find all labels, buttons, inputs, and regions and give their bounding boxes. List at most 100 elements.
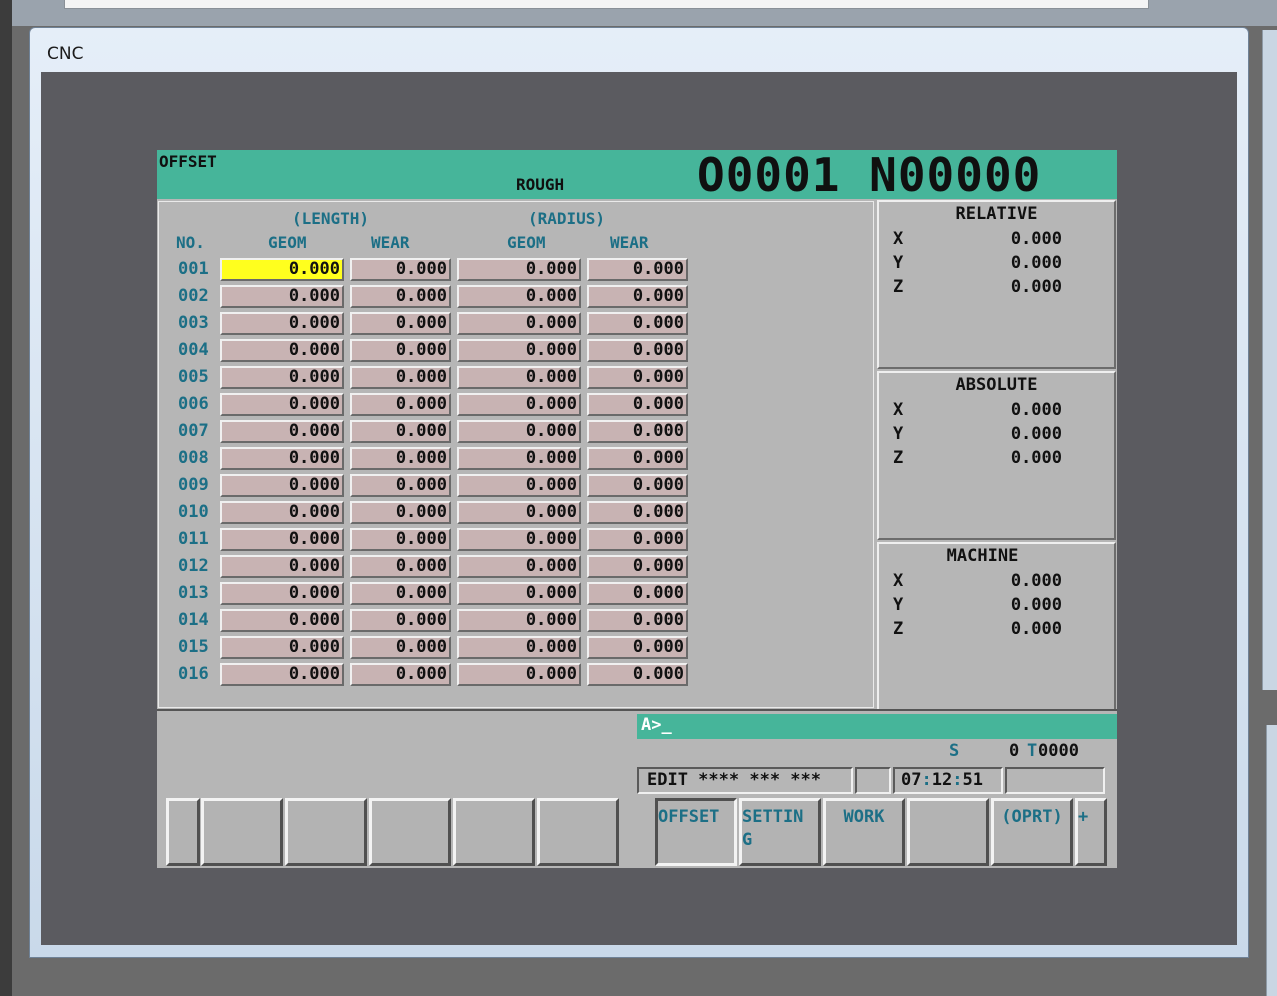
softkey-next-button[interactable]: + — [1075, 798, 1107, 866]
offset-cell-length-wear[interactable]: 0.000 — [350, 285, 451, 308]
machine-value-y: 0.000 — [1010, 595, 1062, 615]
offset-cell-length-wear[interactable]: 0.000 — [350, 501, 451, 524]
offset-cell-length-wear[interactable]: 0.000 — [350, 555, 451, 578]
softkey-left-6[interactable] — [537, 798, 619, 866]
offset-cell-radius-geom[interactable]: 0.000 — [457, 555, 581, 578]
offset-cell-length-wear[interactable]: 0.000 — [350, 258, 451, 281]
offset-cell-radius-geom[interactable]: 0.000 — [457, 339, 581, 362]
offset-cell-radius-wear[interactable]: 0.000 — [587, 663, 688, 686]
softkey-offset-button[interactable]: OFFSET — [655, 798, 737, 866]
offset-cell-length-wear[interactable]: 0.000 — [350, 393, 451, 416]
offset-cell-radius-geom[interactable]: 0.000 — [457, 447, 581, 470]
offset-cell-radius-wear[interactable]: 0.000 — [587, 339, 688, 362]
offset-cell-radius-geom[interactable]: 0.000 — [457, 501, 581, 524]
offset-cell-radius-wear[interactable]: 0.000 — [587, 474, 688, 497]
absolute-axis-x: X — [893, 400, 904, 420]
offset-cell-length-geom[interactable]: 0.000 — [220, 474, 344, 497]
offset-cell-length-geom[interactable]: 0.000 — [220, 339, 344, 362]
offset-cell-length-geom[interactable]: 0.000 — [220, 393, 344, 416]
column-header-radius-geom: GEOM — [507, 233, 546, 252]
status-blank-box — [855, 767, 891, 794]
offset-cell-length-geom[interactable]: 0.000 — [220, 447, 344, 470]
offset-row-number: 007 — [178, 421, 209, 441]
offset-cell-length-geom[interactable]: 0.000 — [220, 366, 344, 389]
offset-cell-length-geom[interactable]: 0.000 — [220, 420, 344, 443]
offset-cell-radius-wear[interactable]: 0.000 — [587, 258, 688, 281]
offset-cell-radius-wear[interactable]: 0.000 — [587, 582, 688, 605]
offset-cell-radius-wear[interactable]: 0.000 — [587, 393, 688, 416]
input-prompt: A>_ — [641, 715, 672, 735]
offset-cell-length-wear[interactable]: 0.000 — [350, 663, 451, 686]
offset-cell-radius-geom[interactable]: 0.000 — [457, 285, 581, 308]
offset-cell-length-wear[interactable]: 0.000 — [350, 339, 451, 362]
offset-cell-radius-wear[interactable]: 0.000 — [587, 285, 688, 308]
machine-axis-y: Y — [893, 595, 904, 615]
softkey-work-button[interactable]: WORK — [823, 798, 905, 866]
offset-cell-length-wear[interactable]: 0.000 — [350, 582, 451, 605]
offset-cell-length-geom[interactable]: 0.000 — [220, 528, 344, 551]
length-caption: (LENGTH) — [292, 209, 370, 228]
relative-axis-z: Z — [893, 277, 904, 297]
mode-label: ROUGH — [516, 175, 565, 194]
offset-row-number: 012 — [178, 556, 209, 576]
offset-cell-length-wear[interactable]: 0.000 — [350, 609, 451, 632]
clock-minutes: 12 — [931, 770, 953, 790]
softkey-oprt-button[interactable]: (OPRT) — [991, 798, 1073, 866]
offset-cell-length-geom[interactable]: 0.000 — [220, 663, 344, 686]
key-input-line[interactable]: A>_ — [637, 714, 1117, 739]
offset-cell-radius-geom[interactable]: 0.000 — [457, 663, 581, 686]
offset-cell-radius-wear[interactable]: 0.000 — [587, 501, 688, 524]
softkey-left-4[interactable] — [369, 798, 451, 866]
offset-cell-radius-geom[interactable]: 0.000 — [457, 528, 581, 551]
offset-cell-radius-wear[interactable]: 0.000 — [587, 555, 688, 578]
softkey-blank-button[interactable] — [907, 798, 989, 866]
offset-cell-length-geom[interactable]: 0.000 — [220, 258, 344, 281]
softkey-left-3[interactable] — [285, 798, 367, 866]
offset-cell-length-geom[interactable]: 0.000 — [220, 636, 344, 659]
offset-cell-radius-geom[interactable]: 0.000 — [457, 474, 581, 497]
relative-title: RELATIVE — [955, 204, 1038, 224]
column-header-length-geom: GEOM — [268, 233, 307, 252]
offset-cell-length-wear[interactable]: 0.000 — [350, 447, 451, 470]
offset-cell-radius-geom[interactable]: 0.000 — [457, 582, 581, 605]
clock-seconds: 51 — [962, 770, 983, 790]
offset-cell-length-geom[interactable]: 0.000 — [220, 312, 344, 335]
offset-cell-radius-geom[interactable]: 0.000 — [457, 366, 581, 389]
offset-cell-radius-wear[interactable]: 0.000 — [587, 636, 688, 659]
offset-row-number: 014 — [178, 610, 209, 630]
offset-cell-length-wear[interactable]: 0.000 — [350, 420, 451, 443]
softkey-left-2[interactable] — [201, 798, 283, 866]
background-right-window — [1262, 30, 1277, 690]
softkey-setting-button[interactable]: SETTIN G — [739, 798, 821, 866]
offset-cell-radius-geom[interactable]: 0.000 — [457, 420, 581, 443]
offset-cell-length-geom[interactable]: 0.000 — [220, 609, 344, 632]
offset-cell-radius-geom[interactable]: 0.000 — [457, 393, 581, 416]
machine-axis-z: Z — [893, 619, 904, 639]
offset-cell-length-wear[interactable]: 0.000 — [350, 366, 451, 389]
relative-axis-y: Y — [893, 253, 904, 273]
offset-cell-radius-wear[interactable]: 0.000 — [587, 366, 688, 389]
offset-cell-radius-geom[interactable]: 0.000 — [457, 312, 581, 335]
absolute-value-y: 0.000 — [1010, 424, 1062, 444]
offset-cell-length-geom[interactable]: 0.000 — [220, 501, 344, 524]
column-header-no: NO. — [176, 233, 205, 252]
offset-cell-length-wear[interactable]: 0.000 — [350, 474, 451, 497]
offset-cell-length-geom[interactable]: 0.000 — [220, 555, 344, 578]
offset-cell-length-geom[interactable]: 0.000 — [220, 582, 344, 605]
offset-cell-radius-wear[interactable]: 0.000 — [587, 447, 688, 470]
offset-cell-length-wear[interactable]: 0.000 — [350, 636, 451, 659]
offset-cell-radius-geom[interactable]: 0.000 — [457, 258, 581, 281]
offset-cell-length-wear[interactable]: 0.000 — [350, 312, 451, 335]
offset-cell-radius-wear[interactable]: 0.000 — [587, 609, 688, 632]
softkey-left-5[interactable] — [453, 798, 535, 866]
offset-cell-length-wear[interactable]: 0.000 — [350, 528, 451, 551]
offset-cell-radius-geom[interactable]: 0.000 — [457, 636, 581, 659]
offset-cell-radius-wear[interactable]: 0.000 — [587, 528, 688, 551]
offset-cell-length-geom[interactable]: 0.000 — [220, 285, 344, 308]
relative-position-panel: RELATIVE X 0.000 Y 0.000 Z 0.000 — [877, 200, 1116, 369]
clock-hours: 07 — [901, 770, 922, 790]
offset-cell-radius-geom[interactable]: 0.000 — [457, 609, 581, 632]
softkey-left-1[interactable] — [166, 798, 200, 866]
offset-cell-radius-wear[interactable]: 0.000 — [587, 420, 688, 443]
offset-cell-radius-wear[interactable]: 0.000 — [587, 312, 688, 335]
